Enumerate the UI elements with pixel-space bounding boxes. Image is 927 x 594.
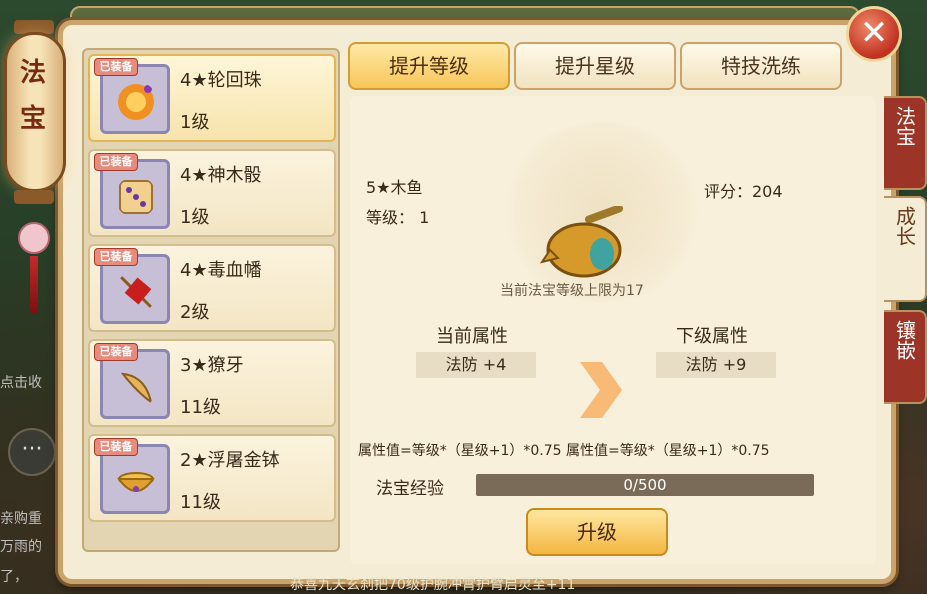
item-name: 2★浮屠金钵 [180, 450, 280, 471]
list-item[interactable]: 已装备 4★毒血幡 2级 [88, 244, 336, 332]
next-attr-title: 下级属性 [676, 326, 748, 347]
treasure-name: 5★木鱼 [366, 178, 423, 197]
bowl-icon [117, 472, 155, 492]
dice-icon [119, 180, 153, 214]
equipped-badge: 已装备 [94, 153, 138, 171]
equipped-badge: 已装备 [94, 343, 138, 361]
current-attr-value: 法防 +4 [416, 352, 536, 378]
current-attr-title: 当前属性 [436, 326, 508, 347]
upgrade-button[interactable]: 升级 [526, 508, 668, 556]
side-tab-treasure[interactable]: 法宝 [884, 96, 927, 190]
tab-upgrade-star[interactable]: 提升星级 [514, 42, 676, 90]
exp-progress-text: 0/500 [623, 476, 667, 494]
lantern-decoration: 法宝 [0, 20, 70, 314]
list-item[interactable]: 已装备 3★獠牙 11级 [88, 339, 336, 427]
background-chat-text: 点击收 [0, 375, 42, 391]
treasure-list[interactable]: 已装备 4★轮回珠 1级 已装备 4★神木骰 1级 已装备 4★毒血幡 2级 已… [82, 48, 340, 552]
item-name: 4★神木骰 [180, 165, 262, 186]
equipped-badge: 已装备 [94, 248, 138, 266]
fang-icon [120, 372, 153, 405]
treasure-level: 等级： 1 [366, 208, 430, 227]
item-level: 1级 [180, 112, 210, 133]
level-limit-text: 当前法宝等级上限为17 [500, 283, 644, 299]
tassel-icon [30, 256, 38, 314]
chat-bubble-icon[interactable]: ··· [8, 428, 56, 476]
side-tab-label: 成长 [892, 206, 917, 246]
banner-icon [119, 275, 155, 311]
exp-progress-bar: 0/500 [476, 474, 814, 496]
item-level: 1级 [180, 207, 210, 228]
background-chat-text: 亲购重 [0, 511, 42, 527]
side-tab-inlay[interactable]: 镶嵌 [884, 310, 927, 404]
arrow-right-icon [580, 362, 622, 418]
item-level: 11级 [180, 492, 221, 513]
tab-skill-refine[interactable]: 特技洗练 [680, 42, 842, 90]
lantern-title: 法宝 [19, 58, 46, 134]
close-button[interactable]: ✕ [846, 6, 902, 62]
next-attr-value: 法防 +9 [656, 352, 776, 378]
equipped-badge: 已装备 [94, 58, 138, 76]
treasure-score: 评分：204 [704, 182, 783, 201]
side-tab-label: 镶嵌 [892, 320, 917, 360]
system-ticker: 恭喜九天玄刹把70级护腕冲霄护臂启灵至+11 [290, 577, 576, 593]
list-item[interactable]: 已装备 2★浮屠金钵 11级 [88, 434, 336, 522]
list-item[interactable]: 已装备 4★神木骰 1级 [88, 149, 336, 237]
item-level: 2级 [180, 302, 210, 323]
orb-icon [118, 84, 154, 120]
item-name: 4★毒血幡 [180, 260, 262, 281]
exp-label: 法宝经验 [376, 479, 444, 499]
charm-icon [18, 222, 50, 254]
tab-upgrade-level[interactable]: 提升等级 [348, 42, 510, 90]
equipped-badge: 已装备 [94, 438, 138, 456]
list-item[interactable]: 已装备 4★轮回珠 1级 [88, 54, 336, 142]
attribute-formula: 属性值=等级*（星级+1）*0.75 属性值=等级*（星级+1）*0.75 [358, 443, 770, 459]
lantern-bottom [14, 190, 54, 204]
background-chat-text: 了， [0, 569, 28, 585]
item-name: 3★獠牙 [180, 355, 244, 376]
wooden-fish-icon [540, 206, 624, 278]
background-chat-text: 万雨的 [0, 539, 42, 555]
side-tab-growth[interactable]: 成长 [884, 196, 927, 302]
side-tab-label: 法宝 [892, 106, 917, 146]
item-name: 4★轮回珠 [180, 70, 262, 91]
item-level: 11级 [180, 397, 221, 418]
